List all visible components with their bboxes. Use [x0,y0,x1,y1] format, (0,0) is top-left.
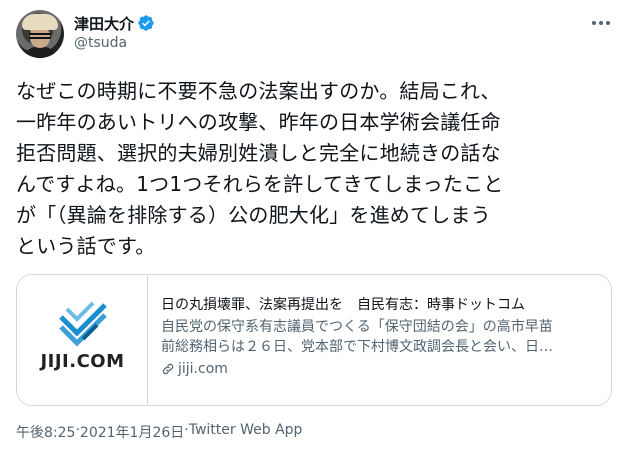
card-body[interactable]: 日の丸損壊罪、法案再提出を 自民有志：時事ドットコム 自民党の保守系有志議員でつ… [161,295,601,379]
link-preview-card[interactable]: JIJI.COM 日の丸損壊罪、法案再提出を 自民有志：時事ドットコム 自民党の… [16,274,612,406]
card-description: 自民党の保守系有志議員でつくる「保守団結の会」の高市早苗 前総務相らは２６日、党… [161,317,601,357]
card-domain-text: jiji.com [178,361,228,377]
tweet-line: 一昨年のあいトリへの攻撃、昨年の日本学術会議任命 [16,110,501,134]
jiji-logo-text: JIJI.COM [40,351,125,372]
card-thumbnail[interactable]: JIJI.COM [17,275,148,405]
tweet-date[interactable]: 2021年1月26日 [80,422,184,442]
author-handle[interactable]: @tsuda [74,35,127,51]
tweet-meta: 午後8:25 · 2021年1月26日 · Twitter Web App [16,422,302,442]
card-title[interactable]: 日の丸損壊罪、法案再提出を 自民有志：時事ドットコム [161,295,601,315]
tweet-source: Twitter Web App [188,422,303,438]
verified-badge-icon [138,15,154,31]
card-domain[interactable]: jiji.com [161,359,601,379]
user-avatar[interactable] [16,10,64,58]
card-description-line: 前総務相らは２６日、党本部で下村博文政調会長と会い、日… [161,339,553,355]
jiji-logo-icon [59,301,107,347]
tweet-line: という話です。 [16,234,156,258]
more-icon[interactable] [588,12,614,34]
tweet-text: なぜこの時期に不要不急の法案出すのか。結局これ、 一昨年のあいトリへの攻撃、昨年… [16,76,616,262]
tweet-line: なぜこの時期に不要不急の法案出すのか。結局これ、 [16,79,501,103]
tweet-line: 拒否問題、選択的夫婦別姓潰しと完全に地続きの話な [16,141,501,165]
link-icon [162,363,174,375]
card-description-line: 自民党の保守系有志議員でつくる「保守団結の会」の高市早苗 [161,319,553,335]
tweet-header: 津田大介 @tsuda [16,10,616,62]
tweet-line: が「（異論を排除する）公の肥大化」を進めてしまう [16,203,491,227]
tweet-time[interactable]: 午後8:25 [16,422,75,442]
author-display-name[interactable]: 津田大介 [74,13,134,34]
tweet-line: んですよね。1つ1つそれらを許してきてしまったこと [16,172,504,196]
author-name-row[interactable]: 津田大介 [74,12,155,34]
